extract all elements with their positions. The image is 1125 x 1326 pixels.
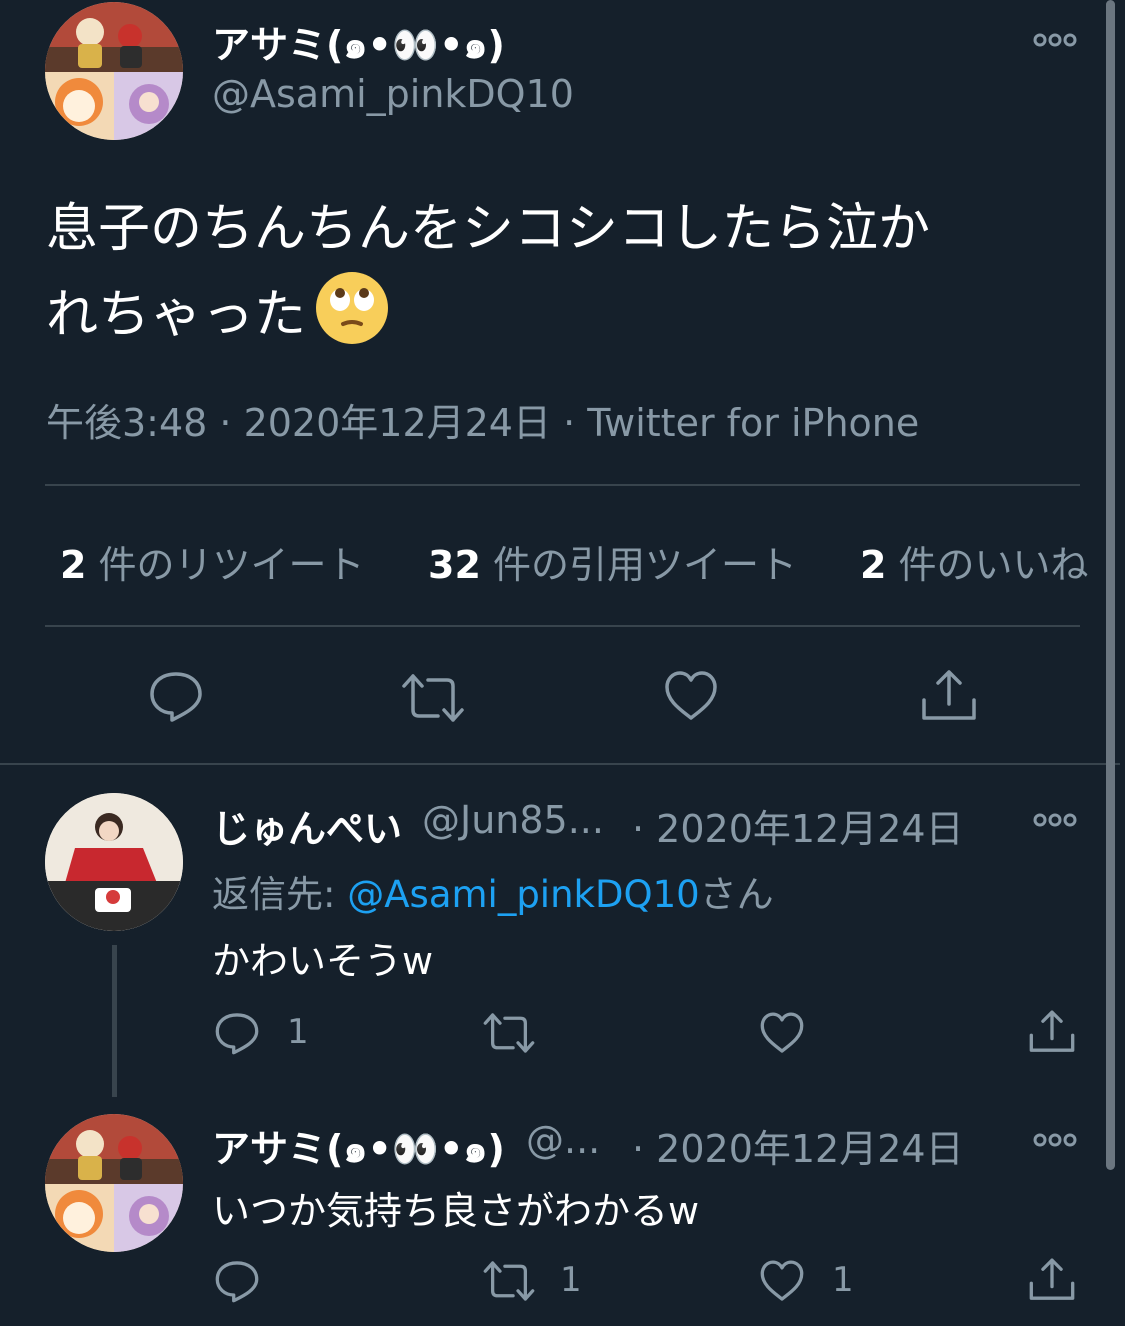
retweet-arrows-icon[interactable] xyxy=(400,670,466,726)
likes-count: 2 xyxy=(860,543,887,587)
reply-count: 1 xyxy=(287,1012,309,1052)
reply-to-handle-link[interactable]: @Asami_pinkDQ10 xyxy=(347,873,699,916)
retweet-count: 1 xyxy=(560,1260,582,1300)
reply-to-line: 返信先: @Asami_pinkDQ10さん xyxy=(212,864,774,918)
reply-author-avatar[interactable] xyxy=(45,1114,183,1252)
retweet-arrows-icon[interactable] xyxy=(482,1010,536,1056)
reply-to-label: 返信先: xyxy=(212,873,348,916)
reply-bubble-icon[interactable] xyxy=(148,668,204,724)
like-count: 1 xyxy=(832,1260,854,1300)
thread-line xyxy=(112,945,117,1097)
reply-author-handle[interactable]: @Jun85... xyxy=(422,798,604,842)
reply-bubble-icon[interactable] xyxy=(214,1010,260,1056)
tweet-text-line2: れちゃった xyxy=(46,270,390,347)
quotes-stat[interactable]: 32 件の引用ツイート xyxy=(428,534,797,589)
scrollbar[interactable] xyxy=(1106,0,1115,1170)
author-name[interactable]: アサミ(๑•👀•๑) xyxy=(212,14,505,75)
heart-icon[interactable] xyxy=(759,1010,805,1056)
more-dots-icon[interactable] xyxy=(1033,32,1077,48)
retweet-arrows-icon[interactable] xyxy=(482,1258,536,1304)
reply-to-suffix: さん xyxy=(699,873,774,916)
share-upload-icon[interactable] xyxy=(1028,1008,1076,1056)
reply-date[interactable]: · 2020年12月24日 xyxy=(632,798,964,853)
reply-text: かわいそうw xyxy=(212,939,434,983)
share-upload-icon[interactable] xyxy=(920,668,978,724)
author-avatar[interactable] xyxy=(45,2,183,140)
share-upload-icon[interactable] xyxy=(1028,1256,1076,1304)
divider xyxy=(45,625,1080,627)
likes-label: 件のいいね xyxy=(898,543,1089,587)
reply-author-name[interactable]: じゅんぺい xyxy=(212,798,402,853)
reply-author-handle[interactable]: @... xyxy=(526,1118,600,1162)
retweets-stat[interactable]: 2 件のリツイート xyxy=(60,534,365,589)
reply-text: いつか気持ち良さがわかるw xyxy=(212,1189,700,1233)
reply-author-name[interactable]: アサミ(๑•👀•๑) xyxy=(212,1118,505,1179)
eye-roll-emoji-icon xyxy=(314,270,390,346)
reply-date[interactable]: · 2020年12月24日 xyxy=(632,1118,964,1173)
author-handle[interactable]: @Asami_pinkDQ10 xyxy=(212,72,574,116)
quotes-count: 32 xyxy=(428,543,481,587)
heart-icon[interactable] xyxy=(759,1258,805,1304)
heart-icon[interactable] xyxy=(663,668,719,724)
likes-stat[interactable]: 2 件のいいね xyxy=(860,534,1089,589)
retweets-count: 2 xyxy=(60,543,87,587)
tweet-timestamp[interactable]: 午後3:48 · 2020年12月24日 · Twitter for iPhon… xyxy=(46,392,919,447)
more-dots-icon[interactable] xyxy=(1033,812,1077,828)
quotes-label: 件の引用ツイート xyxy=(492,543,797,587)
divider xyxy=(45,484,1080,486)
reply-bubble-icon[interactable] xyxy=(214,1258,260,1304)
retweets-label: 件のリツイート xyxy=(98,543,365,587)
tweet-text-line1: 息子のちんちんをシコシコしたら泣か xyxy=(46,199,931,259)
tweet-text-line2-text: れちゃった xyxy=(46,285,307,345)
section-divider xyxy=(0,763,1120,765)
more-dots-icon[interactable] xyxy=(1033,1132,1077,1148)
reply-author-avatar[interactable] xyxy=(45,793,183,931)
